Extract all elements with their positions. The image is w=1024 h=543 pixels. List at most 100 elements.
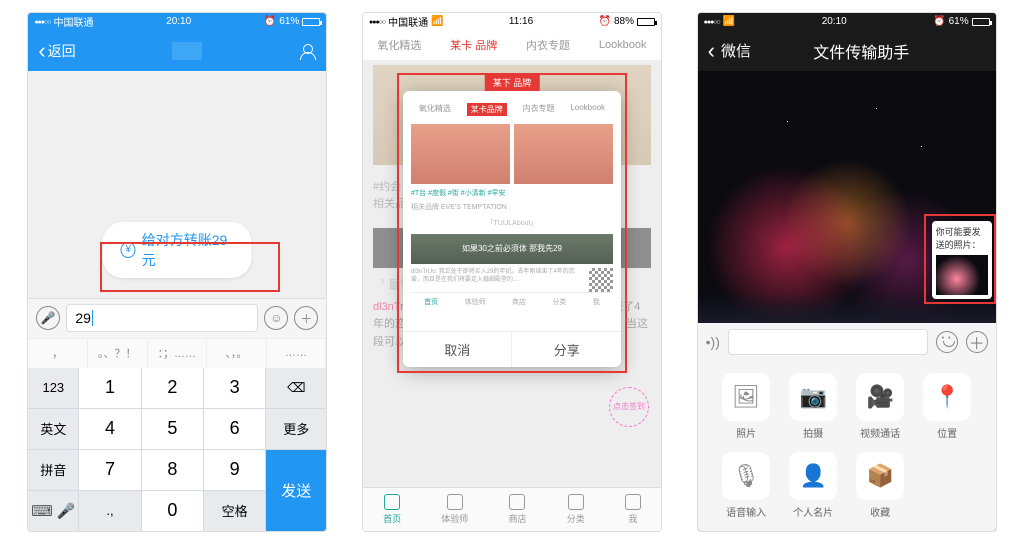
- candidate-bar: ， 。、？！ ：；…… 、，。 ……: [28, 338, 326, 368]
- photo-icon: 🖼: [722, 373, 770, 421]
- voice-icon[interactable]: 🎤: [36, 306, 60, 330]
- mic-icon: 🎙: [722, 452, 770, 500]
- overlay-brand: 相关品牌 EVE'S TEMPTATION: [411, 202, 613, 212]
- nav-tester[interactable]: 体验师: [441, 494, 468, 525]
- key-7[interactable]: 7: [79, 450, 140, 490]
- action-voice-input[interactable]: 🎙语音输入: [718, 452, 775, 519]
- overlay-tabs: 氧化精选 某卡品牌 内衣专题 Lookbook: [411, 99, 613, 120]
- key-1[interactable]: 1: [79, 368, 140, 408]
- candidate[interactable]: ：；……: [148, 339, 208, 368]
- key-more[interactable]: 更多: [266, 409, 326, 449]
- key-punct[interactable]: .,: [79, 491, 140, 531]
- nav-shop[interactable]: 商店: [508, 494, 526, 525]
- chat-title: 文件传输助手: [757, 39, 966, 63]
- emoji-icon[interactable]: ☺: [264, 306, 288, 330]
- phone-3-wechat: 📶 20:10 ⏰ 61% 微信 文件传输助手 你可能要发送的照片： •)) ＋…: [697, 12, 997, 532]
- send-key[interactable]: 发送: [266, 450, 326, 531]
- tab-active[interactable]: 某卡 品牌: [450, 37, 497, 53]
- key-5[interactable]: 5: [142, 409, 203, 449]
- shop-icon: [509, 494, 525, 510]
- location-icon: 📍: [923, 373, 971, 421]
- overlay-divider: 「TUIJLAbout」: [411, 218, 613, 228]
- mode-123[interactable]: 123: [28, 368, 78, 408]
- signal-dots-icon: [704, 16, 720, 27]
- category-icon: [568, 494, 584, 510]
- key-8[interactable]: 8: [142, 450, 203, 490]
- plus-icon[interactable]: ＋: [966, 331, 988, 353]
- attachment-panel: 🖼照片 📷拍摄 🎥视频通话 📍位置 🎙语音输入 👤个人名片 📦收藏: [698, 361, 996, 531]
- back-label: 返回: [48, 41, 76, 61]
- tab[interactable]: 氧化精选: [377, 37, 421, 53]
- action-photo[interactable]: 🖼照片: [718, 373, 775, 440]
- status-bar: 中国联通 20:10 ⏰ 61%: [28, 13, 326, 31]
- qr-code-icon: [589, 268, 613, 292]
- status-time: 20:10: [822, 16, 847, 27]
- action-contact-card[interactable]: 👤个人名片: [785, 452, 842, 519]
- chat-header: 微信 文件传输助手: [698, 31, 996, 71]
- checkin-stamp[interactable]: 点击签到: [609, 387, 649, 427]
- emoji-icon[interactable]: [936, 331, 958, 353]
- top-tabs: 氧化精选 某卡 品牌 内衣专题 Lookbook: [363, 31, 661, 61]
- action-video-call[interactable]: 🎥视频通话: [852, 373, 909, 440]
- nav-me[interactable]: 我: [625, 494, 641, 525]
- popup-text: 你可能要发送的照片：: [936, 225, 988, 251]
- battery-icon: [302, 18, 320, 26]
- voice-wave-icon[interactable]: •)): [706, 334, 720, 350]
- alarm-icon: ⏰: [599, 16, 611, 27]
- candidate[interactable]: ……: [267, 339, 327, 368]
- preview-image: [514, 124, 613, 184]
- key-4[interactable]: 4: [79, 409, 140, 449]
- overlay-tags: #T台 #度假 #街 #小清新 #早安: [411, 188, 613, 198]
- tab[interactable]: 内衣专题: [526, 37, 570, 53]
- back-label[interactable]: 微信: [721, 40, 751, 61]
- message-input[interactable]: 29: [66, 304, 258, 332]
- bottom-nav: 首页 体验师 商店 分类 我: [363, 487, 661, 531]
- back-button[interactable]: 返回: [38, 40, 75, 62]
- overlay-buttons: 取消 分享: [403, 331, 621, 367]
- cancel-button[interactable]: 取消: [403, 332, 512, 367]
- signal-dots-icon: [369, 16, 385, 27]
- mode-pinyin[interactable]: 拼音: [28, 450, 78, 490]
- more-icon[interactable]: ＋: [294, 306, 318, 330]
- status-time: 20:10: [166, 16, 191, 27]
- key-6[interactable]: 6: [204, 409, 265, 449]
- chat-title: [172, 42, 202, 60]
- chevron-left-icon[interactable]: [708, 40, 715, 62]
- candidate[interactable]: ，: [28, 339, 88, 368]
- key-9[interactable]: 9: [204, 450, 265, 490]
- battery-icon: [637, 18, 655, 26]
- tester-icon: [447, 494, 463, 510]
- home-icon: [384, 494, 400, 510]
- chat-header: 返回: [28, 31, 326, 71]
- battery-pct: 61%: [949, 16, 969, 27]
- profile-icon[interactable]: [298, 42, 316, 60]
- action-favorites[interactable]: 📦收藏: [852, 452, 909, 519]
- tab[interactable]: Lookbook: [599, 39, 647, 51]
- action-location[interactable]: 📍位置: [919, 373, 976, 440]
- candidate[interactable]: 。、？！: [88, 339, 148, 368]
- key-2[interactable]: 2: [142, 368, 203, 408]
- key-0[interactable]: 0: [142, 491, 203, 531]
- share-button[interactable]: 分享: [511, 332, 621, 367]
- recent-photo-popup[interactable]: 你可能要发送的照片：: [932, 221, 992, 299]
- nav-home[interactable]: 首页: [383, 494, 401, 525]
- key-3[interactable]: 3: [204, 368, 265, 408]
- mode-english[interactable]: 英文: [28, 409, 78, 449]
- box-icon: 📦: [856, 452, 904, 500]
- status-time: 11:16: [509, 16, 533, 27]
- backspace-key[interactable]: ⌫: [266, 368, 326, 408]
- candidate[interactable]: 、，。: [207, 339, 267, 368]
- content-body: #约会相关品牌 〝 最赞回答 dl3nTrUo: 我正处于即将买入29的年纪。去…: [363, 61, 661, 487]
- video-icon: 🎥: [856, 373, 904, 421]
- annotation-highlight: [100, 242, 280, 292]
- status-bar: 中国联通 📶 11:16 ⏰ 88%: [363, 13, 661, 31]
- action-camera[interactable]: 📷拍摄: [785, 373, 842, 440]
- key-space[interactable]: 空格: [204, 491, 265, 531]
- photo-message[interactable]: 你可能要发送的照片：: [698, 71, 996, 323]
- keyboard-settings-icon[interactable]: ⌨ 🎤: [28, 491, 78, 531]
- share-preview-overlay: 氧化精选 某卡品牌 内衣专题 Lookbook #T台 #度假 #街 #小清新 …: [403, 91, 621, 367]
- nav-category[interactable]: 分类: [567, 494, 585, 525]
- message-input[interactable]: [728, 329, 928, 355]
- battery-icon: [972, 18, 990, 26]
- overlay-nav: 首页 体验师 商店 分类 我: [411, 292, 613, 311]
